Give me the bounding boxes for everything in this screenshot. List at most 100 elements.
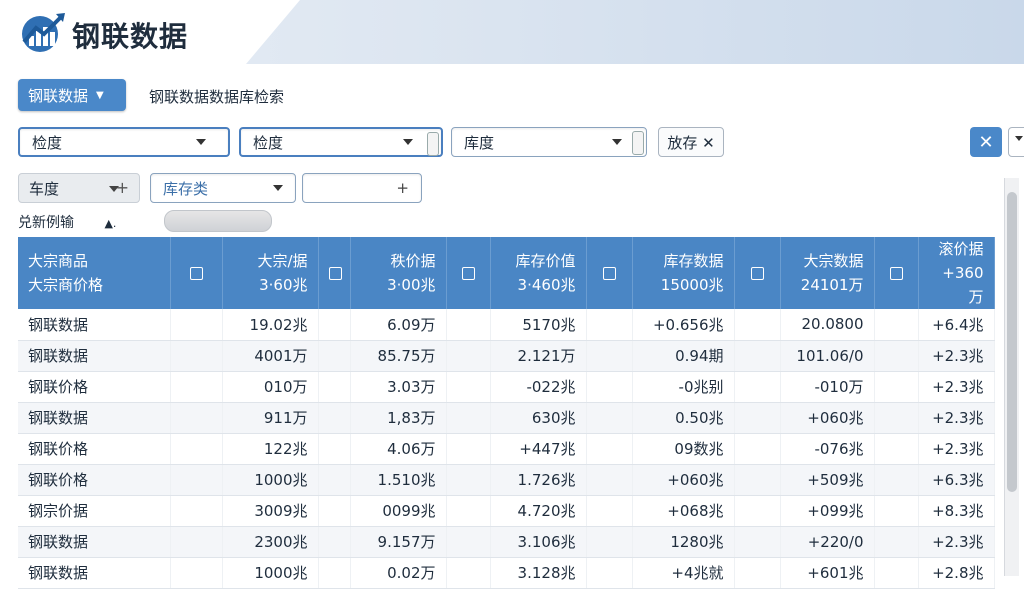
table-cell-spacer (586, 402, 633, 434)
checkbox-icon[interactable] (328, 267, 342, 280)
column-checkbox[interactable] (318, 237, 351, 309)
table-cell-spacer (446, 433, 491, 465)
column-header-4[interactable]: 秩价据 3·00兆 (350, 237, 447, 309)
checkbox-icon[interactable] (602, 267, 616, 280)
checkbox-icon[interactable] (461, 267, 475, 280)
table-cell-spacer (586, 309, 633, 341)
filter-select-1[interactable]: 检度 (18, 127, 230, 157)
table-cell-value: -010万 (780, 371, 875, 403)
table-cell-value: 0.50兆 (632, 402, 735, 434)
table-cell-spacer (586, 464, 633, 496)
table-cell-value: 1.510兆 (350, 464, 447, 496)
table-cell-spacer (446, 371, 491, 403)
table-cell-spacer (734, 526, 781, 558)
table-cell-value: 1000兆 (222, 464, 319, 496)
table-row[interactable]: 钢联价格 010万 3.03万 -022兆 -0兆别 -010万 +2.3兆 (18, 371, 995, 403)
table-cell-value: 9.157万 (350, 526, 447, 558)
table-row[interactable]: 钢联价格 1000兆 1.510兆 1.726兆 +060兆 +509兆 +6.3兆 (18, 464, 995, 496)
table-cell-spacer (170, 464, 223, 496)
column-checkbox[interactable] (170, 237, 223, 309)
table-cell-name: 钢联价格 (18, 464, 171, 496)
table-cell-value: 3.128兆 (490, 557, 587, 589)
table-cell-value: +2.8兆 (918, 557, 995, 589)
filter-note: 兑新例输 ▲. (18, 212, 116, 232)
table-cell-value: +099兆 (780, 495, 875, 527)
table-cell-value: +6.4兆 (918, 309, 995, 341)
vertical-scrollbar[interactable] (1004, 178, 1019, 576)
column-checkbox[interactable] (446, 237, 491, 309)
table-cell-value: 3.03万 (350, 371, 447, 403)
checkbox-icon[interactable] (889, 267, 903, 280)
table-cell-value: +2.3兆 (918, 371, 995, 403)
column-header-10[interactable]: 大宗数据 24101万 (780, 237, 875, 309)
column-header-12[interactable]: 滚价据 +360万 (918, 237, 995, 309)
database-search-title: 钢联数据数据库检索 (149, 88, 285, 106)
stock-button[interactable]: 放存 ✕ (658, 127, 724, 157)
table-row[interactable]: 钢联数据 4001万 85.75万 2.121万 0.94期 101.06/0 +2.3兆 (18, 340, 995, 372)
scrollbar-thumb[interactable] (1007, 192, 1017, 492)
table-cell-spacer (586, 371, 633, 403)
table-cell-spacer (586, 433, 633, 465)
table-cell-value: 1.726兆 (490, 464, 587, 496)
inventory-type-select[interactable]: 库存类 (150, 173, 296, 203)
chevron-down-icon (612, 139, 622, 145)
database-dropdown-button[interactable]: 钢联数据 ▼ (18, 79, 126, 111)
table-row[interactable]: 钢宗价据 3009兆 0099兆 4.720兆 +068兆 +099兆 +8.3兆 (18, 495, 995, 527)
column-header-2[interactable]: 大宗/据 3·60兆 (222, 237, 319, 309)
filter-select-3[interactable]: 库度 (451, 127, 647, 157)
add-icon[interactable]: + (116, 178, 129, 197)
column-header-commodity[interactable]: 大宗商品 大宗商价格 (18, 237, 171, 309)
overflow-dropdown[interactable] (1008, 127, 1024, 157)
table-cell-value: +601兆 (780, 557, 875, 589)
empty-filter-select[interactable]: + (302, 173, 422, 203)
table-cell-value: 0.02万 (350, 557, 447, 589)
table-cell-spacer (446, 464, 491, 496)
table-cell-name: 钢联数据 (18, 557, 171, 589)
table-cell-spacer (446, 495, 491, 527)
table-cell-spacer (446, 526, 491, 558)
table-body: 钢联数据 19.02兆 6.09万 5170兆 +0.656兆 20.0800 +6.4兆钢… (18, 309, 995, 589)
column-checkbox[interactable] (874, 237, 919, 309)
table-cell-value: 911万 (222, 402, 319, 434)
table-cell-spacer (734, 557, 781, 589)
filter-chip-1[interactable]: 车度 + (18, 173, 140, 203)
chevron-down-icon (273, 185, 283, 191)
table-cell-spacer (170, 495, 223, 527)
table-cell-spacer (170, 340, 223, 372)
table-row[interactable]: 钢联数据 19.02兆 6.09万 5170兆 +0.656兆 20.0800 +6.4兆 (18, 309, 995, 341)
table-cell-value: +0.656兆 (632, 309, 735, 341)
table-cell-value: 3009兆 (222, 495, 319, 527)
table-cell-spacer (318, 340, 351, 372)
app-title: 钢联数据 (72, 20, 189, 53)
column-checkbox[interactable] (586, 237, 633, 309)
data-table: 大宗商品 大宗商价格 大宗/据 3·60兆 秩价据 3·00兆 库存价值 3·460兆 … (18, 237, 995, 589)
table-row[interactable]: 钢联数据 1000兆 0.02万 3.128兆 +4兆就 +601兆 +2.8兆 (18, 557, 995, 589)
table-cell-value: 010万 (222, 371, 319, 403)
table-cell-spacer (170, 557, 223, 589)
table-cell-spacer (446, 557, 491, 589)
table-cell-spacer (874, 309, 919, 341)
table-cell-spacer (318, 433, 351, 465)
toggle-pill[interactable] (164, 210, 272, 232)
table-row[interactable]: 钢联数据 2300兆 9.157万 3.106兆 1280兆 +220/0 +2.3兆 (18, 526, 995, 558)
close-button[interactable]: ✕ (970, 127, 1002, 157)
table-cell-value: +509兆 (780, 464, 875, 496)
column-header-6[interactable]: 库存价值 3·460兆 (490, 237, 587, 309)
filter-select-1-value: 检度 (32, 133, 63, 152)
table-row[interactable]: 钢联数据 911万 1,83万 630兆 0.50兆 +060兆 +2.3兆 (18, 402, 995, 434)
chevron-down-icon (403, 139, 413, 145)
table-cell-value: -076兆 (780, 433, 875, 465)
caret-down-icon: ▼ (96, 89, 104, 101)
checkbox-icon[interactable] (189, 267, 203, 280)
select-scroll-knob (632, 131, 644, 155)
table-cell-spacer (318, 495, 351, 527)
column-header-8[interactable]: 库存数据 15000兆 (632, 237, 735, 309)
table-cell-spacer (318, 371, 351, 403)
filter-select-2[interactable]: 检度 (239, 127, 443, 157)
table-cell-value: +6.3兆 (918, 464, 995, 496)
table-cell-spacer (874, 557, 919, 589)
table-row[interactable]: 钢联价格 122兆 4.06万 +447兆 09数兆 -076兆 +2.3兆 (18, 433, 995, 465)
table-cell-value: 0099兆 (350, 495, 447, 527)
checkbox-icon[interactable] (750, 267, 764, 280)
column-checkbox[interactable] (734, 237, 781, 309)
